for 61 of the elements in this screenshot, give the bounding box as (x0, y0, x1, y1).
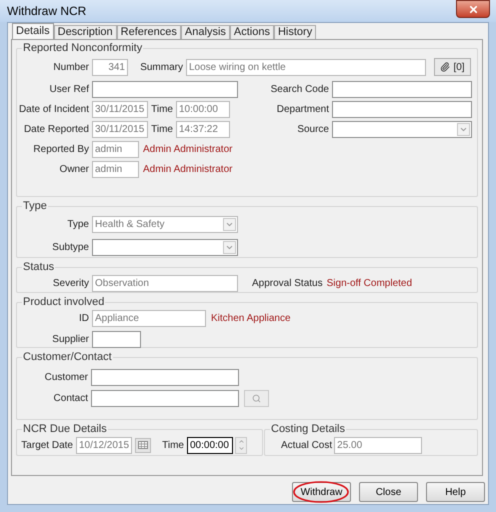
dropdown-field[interactable] (92, 238, 238, 256)
group-title: NCR Due Details (22, 423, 108, 435)
field-label: Time (161, 438, 185, 452)
dialog-button[interactable]: Help (426, 482, 485, 502)
tab[interactable]: Actions (230, 25, 274, 39)
field-label: User Ref (48, 82, 90, 96)
field-label: Subtype (51, 240, 90, 254)
field-label: Contact (52, 392, 89, 406)
attachments-button[interactable]: [0] (434, 58, 471, 76)
tab[interactable]: Details (12, 23, 54, 39)
group-title: Type (22, 200, 48, 212)
field-label: Target Date (20, 438, 74, 452)
linked-name: Kitchen Appliance (211, 312, 291, 326)
field-label: Reported By (32, 142, 90, 156)
close-button[interactable] (456, 0, 490, 18)
text-field[interactable] (332, 80, 472, 98)
group-title: Status (22, 261, 56, 273)
field-label: Customer (44, 370, 89, 384)
field-label: ID (78, 312, 90, 326)
spinner-control[interactable] (235, 436, 247, 454)
group-title: Costing Details (270, 423, 346, 435)
tab[interactable]: Description (54, 25, 117, 39)
field-label: Summary (139, 60, 184, 74)
field-label: Owner (58, 162, 90, 176)
dropdown-field[interactable] (332, 120, 472, 138)
linked-name: Sign-off Completed (326, 276, 412, 290)
search-icon (252, 394, 261, 402)
group-title: Product involved (22, 296, 106, 308)
dialog-button[interactable]: Close (359, 482, 418, 502)
field-label: Number (52, 60, 90, 74)
field-label: Source (296, 122, 330, 136)
text-field[interactable] (332, 100, 472, 118)
field-label: Actual Cost (281, 438, 332, 452)
field-label: Time (150, 102, 174, 116)
window-title: Withdraw NCR (7, 3, 86, 20)
field-label: Date of Incident (18, 102, 90, 116)
field-label: Department (276, 102, 330, 116)
text-field[interactable] (91, 368, 239, 386)
field-label: Approval Status (252, 276, 323, 290)
text-field[interactable] (91, 390, 239, 406)
linked-name: Admin Administrator (143, 162, 232, 176)
field-label: Severity (52, 276, 90, 290)
field-label: Date Reported (22, 122, 90, 136)
tab[interactable]: Analysis (180, 25, 230, 39)
calendar-button[interactable] (135, 438, 151, 452)
close-icon (468, 4, 478, 14)
text-field[interactable]: 00:00:00 (187, 436, 233, 454)
search-button[interactable] (244, 390, 269, 406)
paperclip-icon (440, 62, 450, 72)
tab[interactable]: References (116, 25, 181, 39)
field-label: Type (66, 218, 90, 232)
text-field[interactable] (92, 80, 238, 98)
group-title: Customer/Contact (22, 351, 113, 363)
text-field[interactable] (92, 330, 141, 348)
group-title: Reported Nonconformity (22, 42, 144, 54)
calendar-icon (138, 441, 148, 449)
tab[interactable]: History (274, 25, 316, 39)
linked-name: Admin Administrator (143, 142, 232, 156)
field-label: Supplier (51, 332, 90, 346)
field-label: Time (150, 122, 174, 136)
field-label: Search Code (270, 82, 330, 96)
